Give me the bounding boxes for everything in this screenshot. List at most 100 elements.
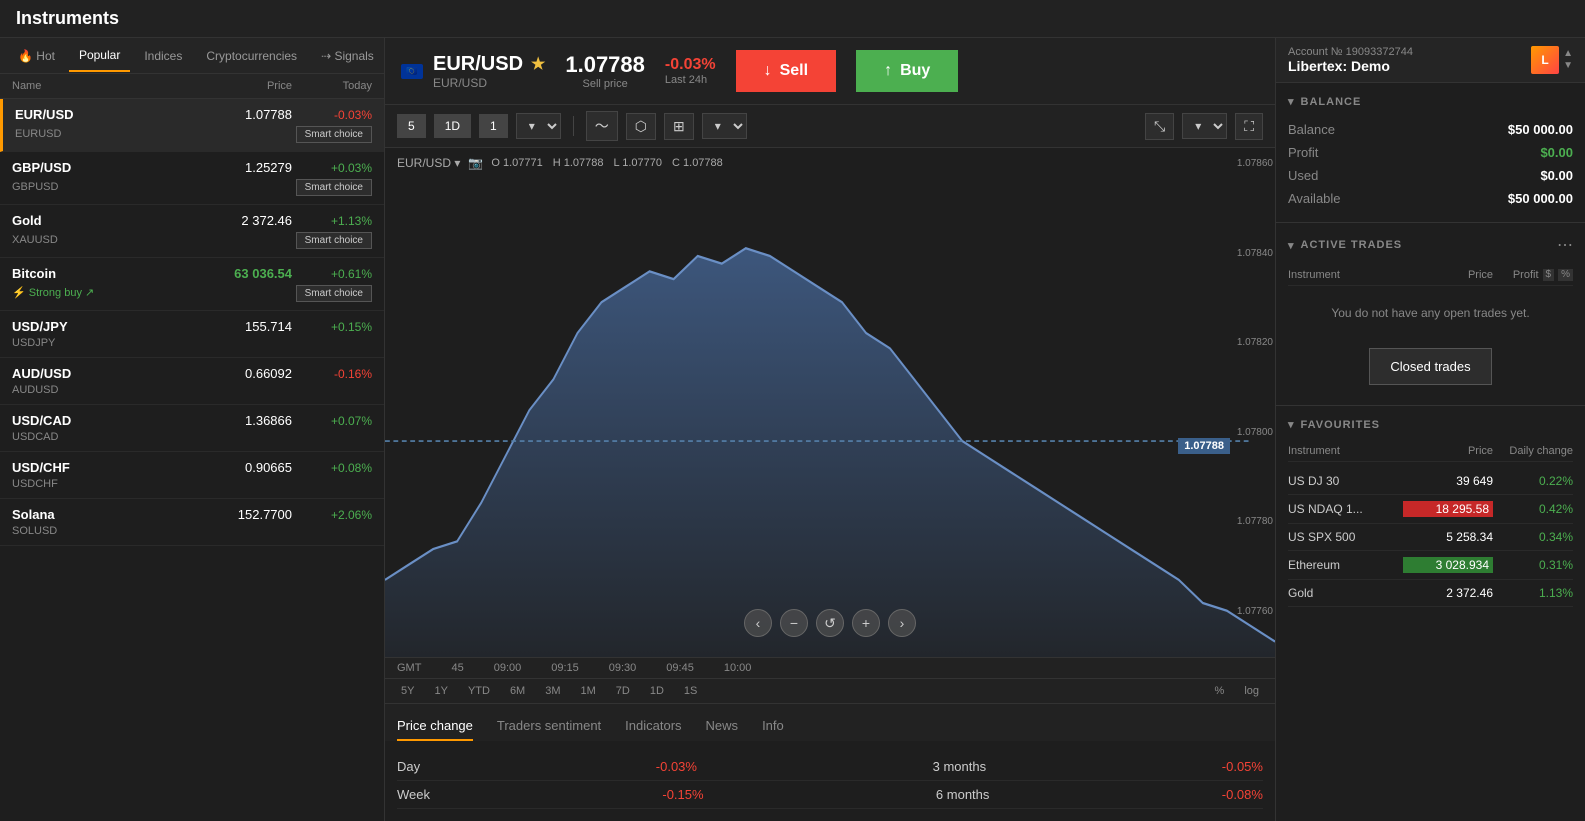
- period-5-btn[interactable]: 5: [397, 114, 426, 138]
- instrument-row-audusd[interactable]: AUD/USD 0.66092 -0.16% AUDUSD: [0, 358, 384, 405]
- used-value: $0.00: [1540, 168, 1573, 183]
- fullscreen-btn[interactable]: ⛶: [1235, 113, 1263, 140]
- tab-signals[interactable]: ⇢ Signals: [311, 41, 384, 71]
- time-label-1000: 10:00: [724, 662, 752, 674]
- period-7d[interactable]: 7D: [612, 683, 634, 699]
- instrument-row-gold[interactable]: Gold 2 372.46 +1.13% XAUUSD Smart choice: [0, 205, 384, 258]
- fav-gold-change: 1.13%: [1493, 586, 1573, 600]
- diagonal-arrow-btn[interactable]: ⤡: [1145, 113, 1174, 140]
- solana-price: 152.7700: [182, 507, 292, 522]
- usdcad-change: +0.07%: [292, 414, 372, 428]
- tab-indicators[interactable]: Indicators: [625, 712, 681, 741]
- tab-hot[interactable]: 🔥 Hot: [8, 41, 65, 71]
- account-arrow-down[interactable]: ▼: [1563, 61, 1573, 71]
- chart-type-select[interactable]: ▾: [702, 113, 747, 139]
- account-arrows[interactable]: ▲ ▼: [1563, 49, 1573, 71]
- chart-nav-right[interactable]: ›: [888, 609, 916, 637]
- fav-ethereum-price: 3 028.934: [1403, 557, 1493, 573]
- available-value: $50 000.00: [1508, 191, 1573, 206]
- fav-row-ndaq[interactable]: US NDAQ 1... 18 295.58 0.42%: [1288, 495, 1573, 524]
- fav-row-usdj30[interactable]: US DJ 30 39 649 0.22%: [1288, 468, 1573, 495]
- period-6m[interactable]: 6M: [506, 683, 529, 699]
- instrument-row-bitcoin[interactable]: Bitcoin 63 036.54 +0.61% ⚡ Strong buy ↗ …: [0, 258, 384, 311]
- right-select[interactable]: ▾: [1182, 113, 1227, 139]
- ohlc-l: L 1.07770: [613, 157, 662, 169]
- gbpusd-change: +0.03%: [292, 161, 372, 175]
- balance-row-profit: Profit $0.00: [1288, 141, 1573, 164]
- profit-pct-toggle[interactable]: %: [1558, 269, 1573, 281]
- bitcoin-smart-choice-btn[interactable]: Smart choice: [296, 285, 372, 302]
- price-level-2: 1.07840: [1237, 248, 1273, 259]
- chart-nav-minus[interactable]: −: [780, 609, 808, 637]
- closed-trades-button[interactable]: Closed trades: [1369, 348, 1491, 385]
- gbpusd-smart-choice-btn[interactable]: Smart choice: [296, 179, 372, 196]
- line-chart-btn[interactable]: 〜: [586, 111, 618, 141]
- period-log[interactable]: log: [1240, 683, 1263, 699]
- fav-row-ethereum[interactable]: Ethereum 3 028.934 0.31%: [1288, 551, 1573, 580]
- instrument-row-usdchf[interactable]: USD/CHF 0.90665 +0.08% USDCHF: [0, 452, 384, 499]
- fav-row-gold[interactable]: Gold 2 372.46 1.13%: [1288, 580, 1573, 607]
- tab-price-change[interactable]: Price change: [397, 712, 473, 741]
- instrument-row-gbpusd[interactable]: GBP/USD 1.25279 +0.03% GBPUSD Smart choi…: [0, 152, 384, 205]
- period-1m[interactable]: 1M: [577, 683, 600, 699]
- chart-header: 🇪🇺 EUR/USD ★ EUR/USD 1.07788 Sell price …: [385, 38, 1275, 105]
- candle-chart-btn[interactable]: ⊞: [664, 113, 694, 140]
- period-1y[interactable]: 1Y: [430, 683, 451, 699]
- gbpusd-ticker: GBPUSD: [12, 181, 58, 193]
- period-1d-btn[interactable]: 1D: [434, 114, 471, 138]
- tab-indices[interactable]: Indices: [134, 41, 192, 71]
- favourites-chevron[interactable]: ▾: [1288, 418, 1295, 431]
- tab-info[interactable]: Info: [762, 712, 784, 741]
- gold-ticker: XAUUSD: [12, 234, 58, 246]
- trades-col-instrument: Instrument: [1288, 269, 1413, 281]
- period-1d[interactable]: 1D: [646, 683, 668, 699]
- pc-week-value: -0.15%: [662, 787, 703, 802]
- fav-columns: Instrument Price Daily change: [1288, 441, 1573, 462]
- gold-price: 2 372.46: [182, 213, 292, 228]
- usdcad-price: 1.36866: [182, 413, 292, 428]
- pc-6m-value: -0.08%: [1222, 787, 1263, 802]
- active-trades-chevron[interactable]: ▾: [1288, 239, 1295, 252]
- buy-button[interactable]: ↑ Buy: [856, 50, 958, 92]
- eurusd-smart-choice-btn[interactable]: Smart choice: [296, 126, 372, 143]
- active-trades-menu[interactable]: ⋯: [1557, 235, 1573, 255]
- chart-nav-reset[interactable]: ↺: [816, 609, 844, 637]
- gold-smart-choice-btn[interactable]: Smart choice: [296, 232, 372, 249]
- sell-arrow-icon: ↓: [764, 62, 772, 80]
- profit-label: Profit: [1288, 145, 1318, 160]
- chart-nav-left[interactable]: ‹: [744, 609, 772, 637]
- price-level-1: 1.07860: [1237, 158, 1273, 169]
- period-select[interactable]: ▾: [516, 113, 561, 139]
- profit-dollar-toggle[interactable]: $: [1543, 269, 1555, 281]
- bitcoin-strong-buy: ⚡ Strong buy ↗: [12, 286, 94, 299]
- tab-popular[interactable]: Popular: [69, 40, 130, 72]
- fav-ndaq-price: 18 295.58: [1403, 501, 1493, 517]
- instrument-row-eurusd[interactable]: EUR/USD 1.07788 -0.03% EURUSD Smart choi…: [0, 99, 384, 152]
- account-arrow-up[interactable]: ▲: [1563, 49, 1573, 59]
- period-1-btn[interactable]: 1: [479, 114, 508, 138]
- sell-button[interactable]: ↓ Sell: [736, 50, 836, 92]
- instrument-row-usdjpy[interactable]: USD/JPY 155.714 +0.15% USDJPY: [0, 311, 384, 358]
- period-3m[interactable]: 3M: [541, 683, 564, 699]
- period-pct[interactable]: %: [1211, 683, 1229, 699]
- fav-ethereum-change: 0.31%: [1493, 558, 1573, 572]
- balance-value: $50 000.00: [1508, 122, 1573, 137]
- balance-chevron[interactable]: ▾: [1288, 95, 1295, 108]
- period-5y[interactable]: 5Y: [397, 683, 418, 699]
- star-icon[interactable]: ★: [531, 54, 545, 74]
- area-chart-btn[interactable]: ⬡: [626, 113, 656, 140]
- chart-change-value: -0.03%: [665, 56, 716, 74]
- fav-gold-name: Gold: [1288, 586, 1403, 600]
- tab-crypto[interactable]: Cryptocurrencies: [196, 41, 307, 71]
- period-1s[interactable]: 1S: [680, 683, 701, 699]
- instrument-row-solana[interactable]: Solana 152.7700 +2.06% SOLUSD: [0, 499, 384, 546]
- fav-row-spx500[interactable]: US SPX 500 5 258.34 0.34%: [1288, 524, 1573, 551]
- instrument-row-usdcad[interactable]: USD/CAD 1.36866 +0.07% USDCAD: [0, 405, 384, 452]
- left-panel: 🔥 Hot Popular Indices Cryptocurrencies ⇢…: [0, 38, 385, 821]
- tab-news[interactable]: News: [706, 712, 739, 741]
- fav-spx500-change: 0.34%: [1493, 530, 1573, 544]
- period-ytd[interactable]: YTD: [464, 683, 494, 699]
- pc-week-label: Week: [397, 787, 430, 802]
- tab-traders-sentiment[interactable]: Traders sentiment: [497, 712, 601, 741]
- chart-nav-plus[interactable]: +: [852, 609, 880, 637]
